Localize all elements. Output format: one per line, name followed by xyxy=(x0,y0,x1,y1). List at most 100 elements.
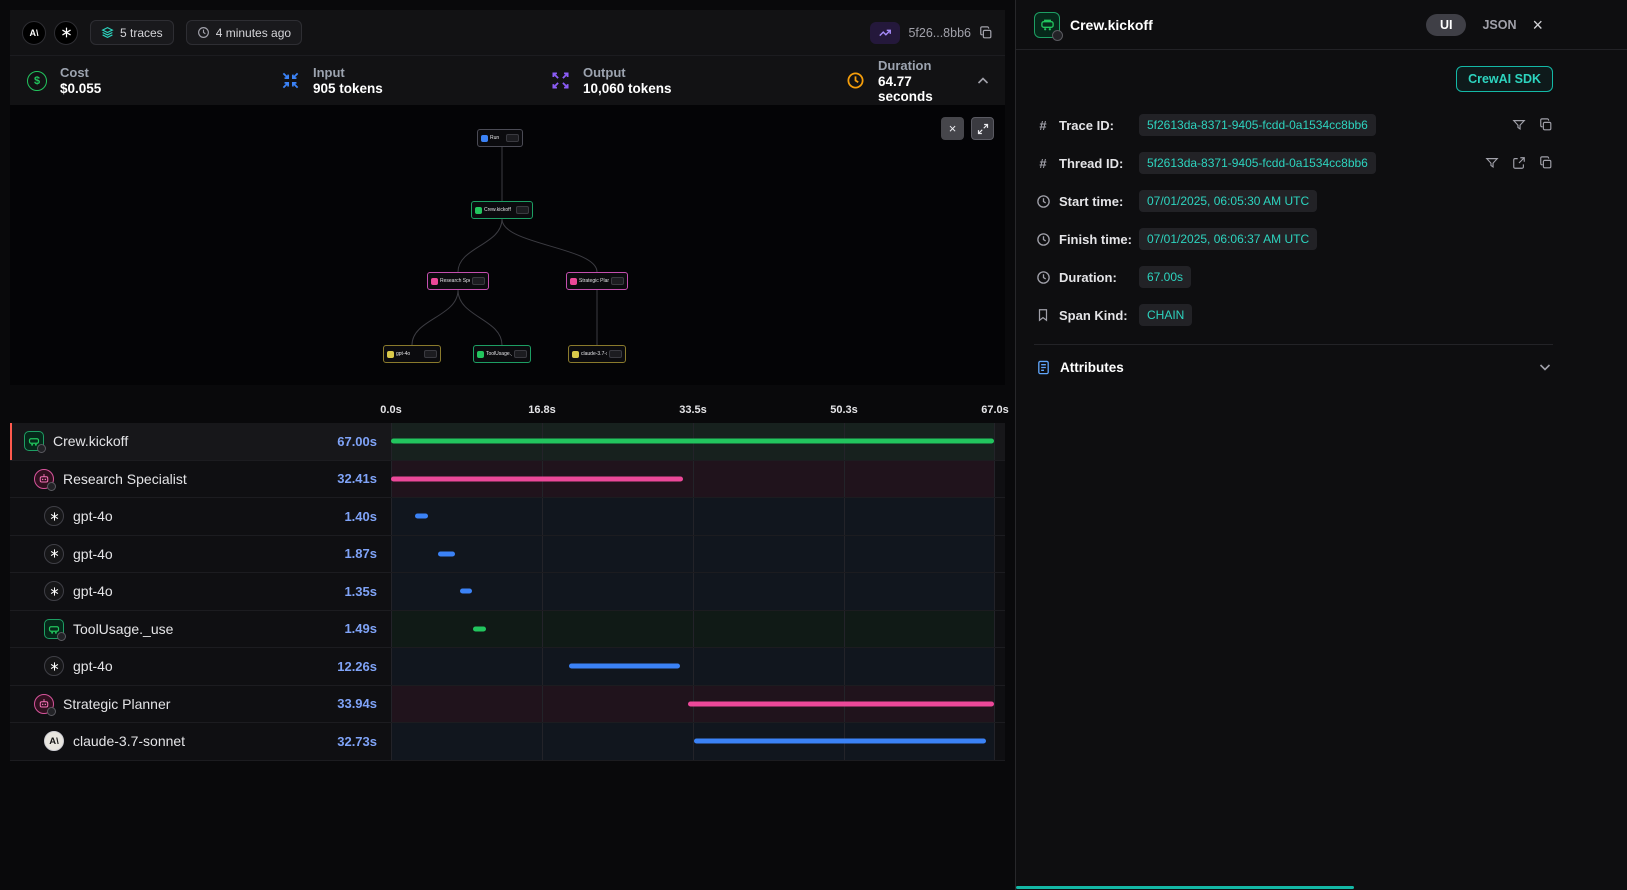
span-name: gpt-4o xyxy=(73,658,113,674)
graph-node-gpt-4o[interactable]: gpt-4o xyxy=(383,345,441,363)
external-button[interactable] xyxy=(1512,156,1526,170)
trend-button[interactable] xyxy=(870,22,900,44)
graph-node-strategic-planner[interactable]: Strategic Planner xyxy=(566,272,628,290)
axis-tick-label: 33.5s xyxy=(679,404,707,416)
node-type-icon xyxy=(475,207,482,214)
span-duration: 12.26s xyxy=(337,659,377,674)
graph-node-crew-kickoff[interactable]: Crew.kickoff xyxy=(471,201,533,219)
span-waterfall: 0.0s16.8s33.5s50.3s67.0s Crew.kickoff67.… xyxy=(10,385,1005,761)
span-duration: 1.40s xyxy=(344,509,377,524)
node-label: ToolUsage._use xyxy=(486,351,512,357)
axis-tick-label: 16.8s xyxy=(528,404,556,416)
span-bar xyxy=(391,476,683,481)
trace-stats-row: $Cost$0.055Input905 tokensOutput10,060 t… xyxy=(10,55,1005,105)
graph-expand-button[interactable] xyxy=(971,117,994,140)
span-bar xyxy=(415,514,428,519)
attributes-label: Attributes xyxy=(1060,360,1124,375)
traces-count-badge[interactable]: 5 traces xyxy=(90,20,174,45)
span-graph-panel[interactable]: Run Crew.kickoff Research Specialist Strate… xyxy=(10,105,1005,385)
chevron-up-icon xyxy=(975,73,991,89)
graph-node-research-specialist[interactable]: Research Specialist xyxy=(427,272,489,290)
waterfall-row-gpt-4o[interactable]: gpt-4o 1.40s xyxy=(10,498,1005,536)
waterfall-row-gpt-4o[interactable]: gpt-4o1.35s xyxy=(10,573,1005,611)
copy-trace-id-button[interactable] xyxy=(979,26,993,40)
span-detail-panel: Crew.kickoff UI JSON × CrewAI SDK #Trace… xyxy=(1015,0,1627,890)
agentops-mini-badge-icon xyxy=(47,482,56,491)
close-panel-button[interactable]: × xyxy=(1532,16,1543,34)
traces-count-label: 5 traces xyxy=(120,26,163,40)
layers-icon xyxy=(101,26,114,39)
openai-logo-icon xyxy=(54,21,78,45)
openai-logo-icon xyxy=(44,656,64,676)
span-name: ToolUsage._use xyxy=(73,621,173,637)
field-value[interactable]: 07/01/2025, 06:06:37 AM UTC xyxy=(1139,228,1317,250)
field-label: Thread ID: xyxy=(1059,156,1135,171)
dollar-icon: $ xyxy=(24,68,50,94)
span-bar xyxy=(460,589,472,594)
stat-value: 905 tokens xyxy=(313,81,383,96)
time-ago-badge: 4 minutes ago xyxy=(186,20,302,45)
copy-icon xyxy=(979,26,993,40)
span-track xyxy=(391,498,995,535)
waterfall-row-strategic-planner[interactable]: Strategic Planner33.94s xyxy=(10,686,1005,724)
waterfall-row-gpt-4o[interactable]: gpt-4o 12.26s xyxy=(10,648,1005,686)
span-name: Research Specialist xyxy=(63,471,187,487)
stat-input: Input905 tokens xyxy=(277,65,547,96)
stat-label: Duration xyxy=(878,58,967,73)
field-value[interactable]: CHAIN xyxy=(1139,304,1192,326)
graph-node-toolusage-use[interactable]: ToolUsage._use xyxy=(473,345,531,363)
waterfall-rows: Crew.kickoff67.00sResearch Specialist32.… xyxy=(10,423,1005,761)
stat-cost: $Cost$0.055 xyxy=(24,65,277,96)
waterfall-row-research-specialist[interactable]: Research Specialist32.41s xyxy=(10,461,1005,499)
field-value[interactable]: 5f2613da-8371-9405-fcdd-0a1534cc8bb6 xyxy=(1139,152,1376,174)
graph-close-button[interactable]: × xyxy=(941,117,964,140)
collapse-stats-button[interactable] xyxy=(975,73,991,89)
span-name: gpt-4o xyxy=(73,583,113,599)
field-value[interactable]: 67.00s xyxy=(1139,266,1191,288)
node-tag xyxy=(424,350,437,358)
anthropic-logo-icon: A\ xyxy=(22,21,46,45)
field-value[interactable]: 07/01/2025, 06:05:30 AM UTC xyxy=(1139,190,1317,212)
openai-logo-icon xyxy=(44,544,64,564)
node-label: Strategic Planner xyxy=(579,278,609,284)
waterfall-row-crew-kickoff[interactable]: Crew.kickoff67.00s xyxy=(10,423,1005,461)
span-bar xyxy=(694,739,986,744)
agentops-mini-badge-icon xyxy=(57,632,66,641)
attributes-toggle[interactable]: Attributes xyxy=(1034,345,1553,389)
trace-topbar: A\ 5 traces 4 minutes ago 5f26...8bb6 xyxy=(10,10,1005,55)
panel-scrollbar[interactable] xyxy=(1016,886,1354,889)
hash-icon: # xyxy=(1034,118,1052,133)
graph-edges xyxy=(10,105,1005,385)
span-duration: 33.94s xyxy=(337,696,377,711)
node-type-icon xyxy=(387,351,394,358)
tab-json[interactable]: JSON xyxy=(1482,18,1516,32)
waterfall-row-toolusage-use[interactable]: ToolUsage._use1.49s xyxy=(10,611,1005,649)
tab-ui[interactable]: UI xyxy=(1426,14,1467,36)
graph-node-run[interactable]: Run xyxy=(477,129,523,147)
field-row-span-kind-: Span Kind:CHAIN xyxy=(1034,296,1553,334)
copy-button[interactable] xyxy=(1539,156,1553,170)
field-row-duration-: Duration: 67.00s xyxy=(1034,258,1553,296)
filter-button[interactable] xyxy=(1512,118,1526,132)
hash-icon: # xyxy=(1034,156,1052,171)
copy-button[interactable] xyxy=(1539,118,1553,132)
stat-label: Cost xyxy=(60,65,101,80)
span-name: gpt-4o xyxy=(73,508,113,524)
stat-value: 64.77 seconds xyxy=(878,74,967,104)
trace-main-area: A\ 5 traces 4 minutes ago 5f26...8bb6 $ C… xyxy=(0,0,1015,890)
attributes-file-icon xyxy=(1034,360,1052,375)
waterfall-row-gpt-4o[interactable]: gpt-4o1.87s xyxy=(10,536,1005,574)
field-label: Duration: xyxy=(1059,270,1135,285)
graph-node-claude-3-7-sonnet[interactable]: claude-3.7-sonnet xyxy=(568,345,626,363)
span-track xyxy=(391,461,995,498)
waterfall-row-claude-3-7-sonnet[interactable]: A\claude-3.7-sonnet32.73s xyxy=(10,723,1005,761)
axis-tick-label: 0.0s xyxy=(380,404,401,416)
span-track xyxy=(391,648,995,685)
stat-label: Output xyxy=(583,65,672,80)
chevron-down-icon xyxy=(1537,359,1553,375)
field-value[interactable]: 5f2613da-8371-9405-fcdd-0a1534cc8bb6 xyxy=(1139,114,1376,136)
span-track xyxy=(391,536,995,573)
clock-icon xyxy=(197,26,210,39)
filter-button[interactable] xyxy=(1485,156,1499,170)
stat-duration: Duration64.77 seconds xyxy=(842,58,967,104)
